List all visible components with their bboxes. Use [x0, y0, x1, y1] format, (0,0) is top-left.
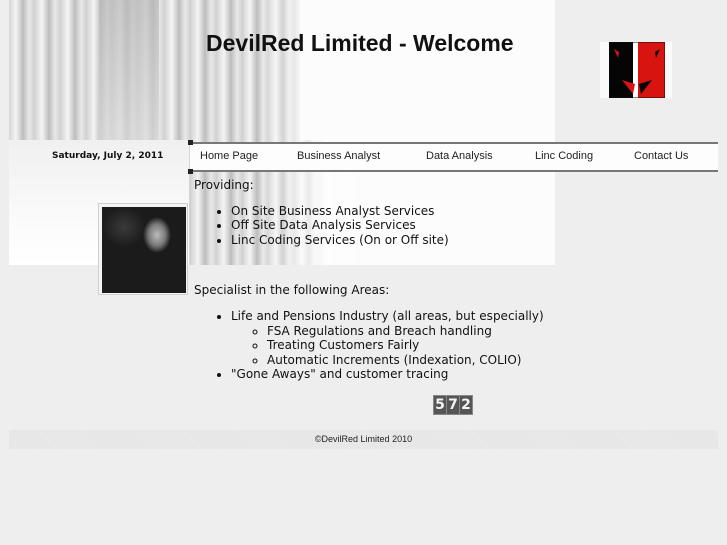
main-content: Providing: On Site Business Analyst Serv…	[194, 178, 714, 382]
nav-linc-coding[interactable]: Linc Coding	[535, 150, 593, 162]
copyright-text: ©DevilRed Limited 2010	[314, 434, 413, 444]
list-item: Linc Coding Services (On or Off site)	[231, 233, 714, 248]
hit-counter: 5 7 2	[433, 395, 473, 415]
nav-bullet-bottom	[188, 169, 193, 174]
list-item: "Gone Aways" and customer tracing	[231, 367, 714, 382]
sub-list-item: Treating Customers Fairly	[267, 338, 714, 353]
current-date: Saturday, July 2, 2011	[52, 151, 164, 161]
list-item-label: Life and Pensions Industry (all areas, b…	[231, 308, 544, 323]
sub-list-item: FSA Regulations and Breach handling	[267, 324, 714, 339]
counter-digit: 5	[434, 396, 446, 414]
header-title-area	[300, 0, 555, 140]
nav-business-analyst[interactable]: Business Analyst	[297, 150, 380, 162]
list-item: On Site Business Analyst Services	[231, 204, 714, 219]
nav-bullet-top	[188, 140, 193, 145]
photo-image	[102, 207, 186, 293]
providing-heading: Providing:	[194, 178, 254, 192]
main-nav: Home Page Business Analyst Data Analysis…	[188, 140, 718, 174]
nav-data-analysis[interactable]: Data Analysis	[426, 150, 493, 162]
sub-list: FSA Regulations and Breach handling Trea…	[231, 324, 714, 368]
devil-face-logo-icon	[609, 42, 665, 98]
counter-digit: 2	[460, 396, 472, 414]
sub-list-item: Automatic Increments (Indexation, COLIO)	[267, 353, 714, 368]
specialist-list: Life and Pensions Industry (all areas, b…	[194, 309, 714, 382]
logo	[600, 42, 672, 98]
list-item: Off Site Data Analysis Services	[231, 218, 714, 233]
list-item: Life and Pensions Industry (all areas, b…	[231, 309, 714, 367]
business-meeting-photo	[98, 203, 188, 295]
providing-list: On Site Business Analyst Services Off Si…	[194, 204, 714, 248]
nav-contact-us[interactable]: Contact Us	[634, 150, 688, 162]
counter-digit: 7	[447, 396, 459, 414]
page-title: DevilRed Limited - Welcome	[206, 30, 514, 56]
nav-home-page[interactable]: Home Page	[200, 150, 258, 162]
column-shadow	[99, 0, 159, 145]
specialist-heading: Specialist in the following Areas:	[194, 283, 390, 298]
footer: ©DevilRed Limited 2010	[9, 430, 718, 449]
